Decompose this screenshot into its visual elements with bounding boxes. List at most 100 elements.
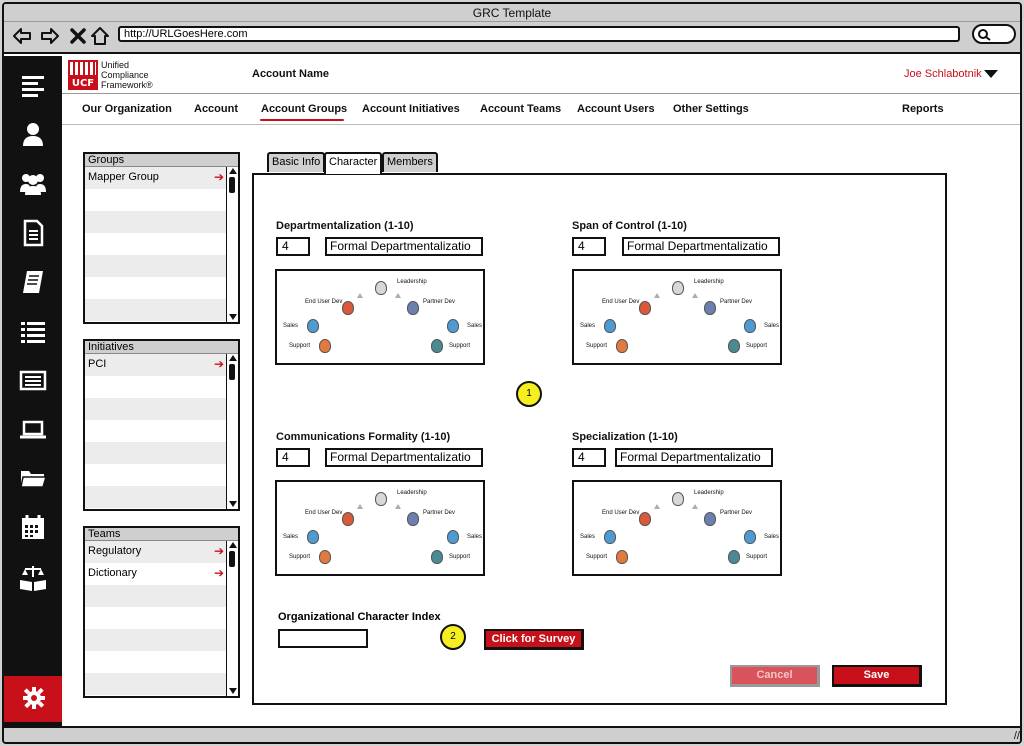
settings-nav[interactable] xyxy=(4,676,62,722)
person-icon xyxy=(639,301,651,315)
arrow-icon xyxy=(395,504,401,509)
person-icon xyxy=(616,550,628,564)
back-arrow-icon[interactable] xyxy=(12,26,32,46)
org-diagram: Leadership End User Dev Partner Dev Sales Sa… xyxy=(572,480,782,576)
diagram-label: Leadership xyxy=(397,279,427,285)
person-icon xyxy=(307,530,319,544)
arrow-right-icon[interactable]: ➔ xyxy=(214,563,224,583)
list-item[interactable]: PCI ➔ xyxy=(85,354,227,376)
browser-window: GRC Template http://URLGoesHere.com UCF … xyxy=(2,2,1022,744)
person-icon xyxy=(728,550,740,564)
chevron-down-icon[interactable] xyxy=(984,70,998,78)
scrollbar[interactable] xyxy=(226,167,238,322)
metric-value-input[interactable]: 4 xyxy=(572,237,606,256)
metric-select[interactable]: Formal Departmentalizatio xyxy=(622,237,780,256)
home-icon[interactable] xyxy=(90,26,110,46)
scrollbar[interactable] xyxy=(226,541,238,696)
url-bar[interactable]: http://URLGoesHere.com xyxy=(118,26,960,42)
list-item-empty xyxy=(85,233,227,255)
card-icon[interactable] xyxy=(18,365,48,395)
arrow-icon xyxy=(654,504,660,509)
diagram-label: Sales xyxy=(467,323,483,329)
cancel-button[interactable]: Cancel xyxy=(730,665,820,687)
diagram-label: Support xyxy=(746,343,768,349)
survey-button[interactable]: Click for Survey xyxy=(484,629,584,650)
menu-other-settings[interactable]: Other Settings xyxy=(673,103,749,115)
initiatives-title: Initiatives xyxy=(85,341,238,354)
menu-our-organization[interactable]: Our Organization xyxy=(82,103,172,115)
diagram-label: Leadership xyxy=(397,490,427,496)
list-item[interactable]: Dictionary ➔ xyxy=(85,563,227,585)
list-icon[interactable] xyxy=(18,316,48,346)
arrow-icon xyxy=(395,293,401,298)
scrollbar[interactable] xyxy=(226,354,238,509)
metric-value-input[interactable]: 4 xyxy=(276,448,310,467)
person-icon xyxy=(307,319,319,333)
metric-value-input[interactable]: 4 xyxy=(572,448,606,467)
ucf-logo[interactable]: UCF Unified Compliance Framework® xyxy=(68,60,154,92)
metric-label: Departmentalization (1-10) xyxy=(276,220,414,232)
arrow-right-icon[interactable]: ➔ xyxy=(214,167,224,187)
person-icon xyxy=(342,301,354,315)
tab-character[interactable]: Character xyxy=(324,152,383,174)
diagram-label: Sales xyxy=(764,323,780,329)
metric-label: Specialization (1-10) xyxy=(572,431,678,443)
diagram-label: Leadership xyxy=(694,279,724,285)
diagram-label: Support xyxy=(746,554,768,560)
document-icon[interactable] xyxy=(18,218,48,248)
menu-icon[interactable] xyxy=(18,70,48,100)
browser-navbar: http://URLGoesHere.com xyxy=(4,22,1020,54)
user-menu-name[interactable]: Joe Schlabotnik xyxy=(904,68,982,80)
person-icon xyxy=(639,512,651,526)
list-item[interactable]: Regulatory ➔ xyxy=(85,541,227,563)
list-item[interactable]: Mapper Group ➔ xyxy=(85,167,227,189)
diagram-label: Support xyxy=(289,554,311,560)
tab-basic-info[interactable]: Basic Info xyxy=(267,152,326,172)
laptop-icon[interactable] xyxy=(18,414,48,444)
arrow-icon xyxy=(357,293,363,298)
groups-list: Groups Mapper Group ➔ xyxy=(83,152,240,324)
scales-book-icon[interactable] xyxy=(18,563,48,593)
metric-select[interactable]: Formal Departmentalizatio xyxy=(325,448,483,467)
tab-members[interactable]: Members xyxy=(382,152,438,172)
book-icon[interactable] xyxy=(18,267,48,297)
menu-account-groups[interactable]: Account Groups xyxy=(261,103,347,115)
close-icon[interactable] xyxy=(68,26,88,46)
users-icon[interactable] xyxy=(18,168,48,198)
arrow-right-icon[interactable]: ➔ xyxy=(214,354,224,374)
save-button[interactable]: Save xyxy=(832,665,922,687)
list-item-empty xyxy=(85,442,227,464)
metric-select[interactable]: Formal Departmentalizatio xyxy=(325,237,483,256)
person-icon xyxy=(431,339,443,353)
arrow-right-icon[interactable]: ➔ xyxy=(214,541,224,561)
menu-account-users[interactable]: Account Users xyxy=(577,103,655,115)
menu-account[interactable]: Account xyxy=(194,103,238,115)
folder-icon[interactable] xyxy=(18,463,48,493)
metric-value-input[interactable]: 4 xyxy=(276,237,310,256)
metric-select[interactable]: Formal Departmentalizatio xyxy=(615,448,773,467)
status-bar: // xyxy=(4,726,1020,742)
menu-account-initiatives[interactable]: Account Initiatives xyxy=(362,103,460,115)
list-item-empty xyxy=(85,277,227,299)
user-icon[interactable] xyxy=(18,119,48,149)
diagram-label: Sales xyxy=(283,323,299,329)
person-icon xyxy=(704,301,716,315)
diagram-label: Support xyxy=(586,343,608,349)
diagram-label: End User Dev xyxy=(305,299,343,305)
org-diagram: Leadership End User Dev Partner Dev Sales Sa… xyxy=(275,269,485,365)
app-header: UCF Unified Compliance Framework® Accoun… xyxy=(62,56,1020,94)
diagram-label: Sales xyxy=(467,534,483,540)
person-icon xyxy=(342,512,354,526)
menu-account-teams[interactable]: Account Teams xyxy=(480,103,561,115)
resize-grip-icon[interactable]: // xyxy=(1014,730,1020,742)
teams-title: Teams xyxy=(85,528,238,541)
menu-reports[interactable]: Reports xyxy=(902,103,944,115)
person-icon xyxy=(604,530,616,544)
browser-search[interactable] xyxy=(972,24,1016,44)
person-icon xyxy=(319,339,331,353)
list-item-empty xyxy=(85,629,227,651)
calendar-icon[interactable] xyxy=(18,512,48,542)
forward-arrow-icon[interactable] xyxy=(40,26,60,46)
account-name: Account Name xyxy=(252,68,330,80)
oci-input[interactable] xyxy=(278,629,368,648)
